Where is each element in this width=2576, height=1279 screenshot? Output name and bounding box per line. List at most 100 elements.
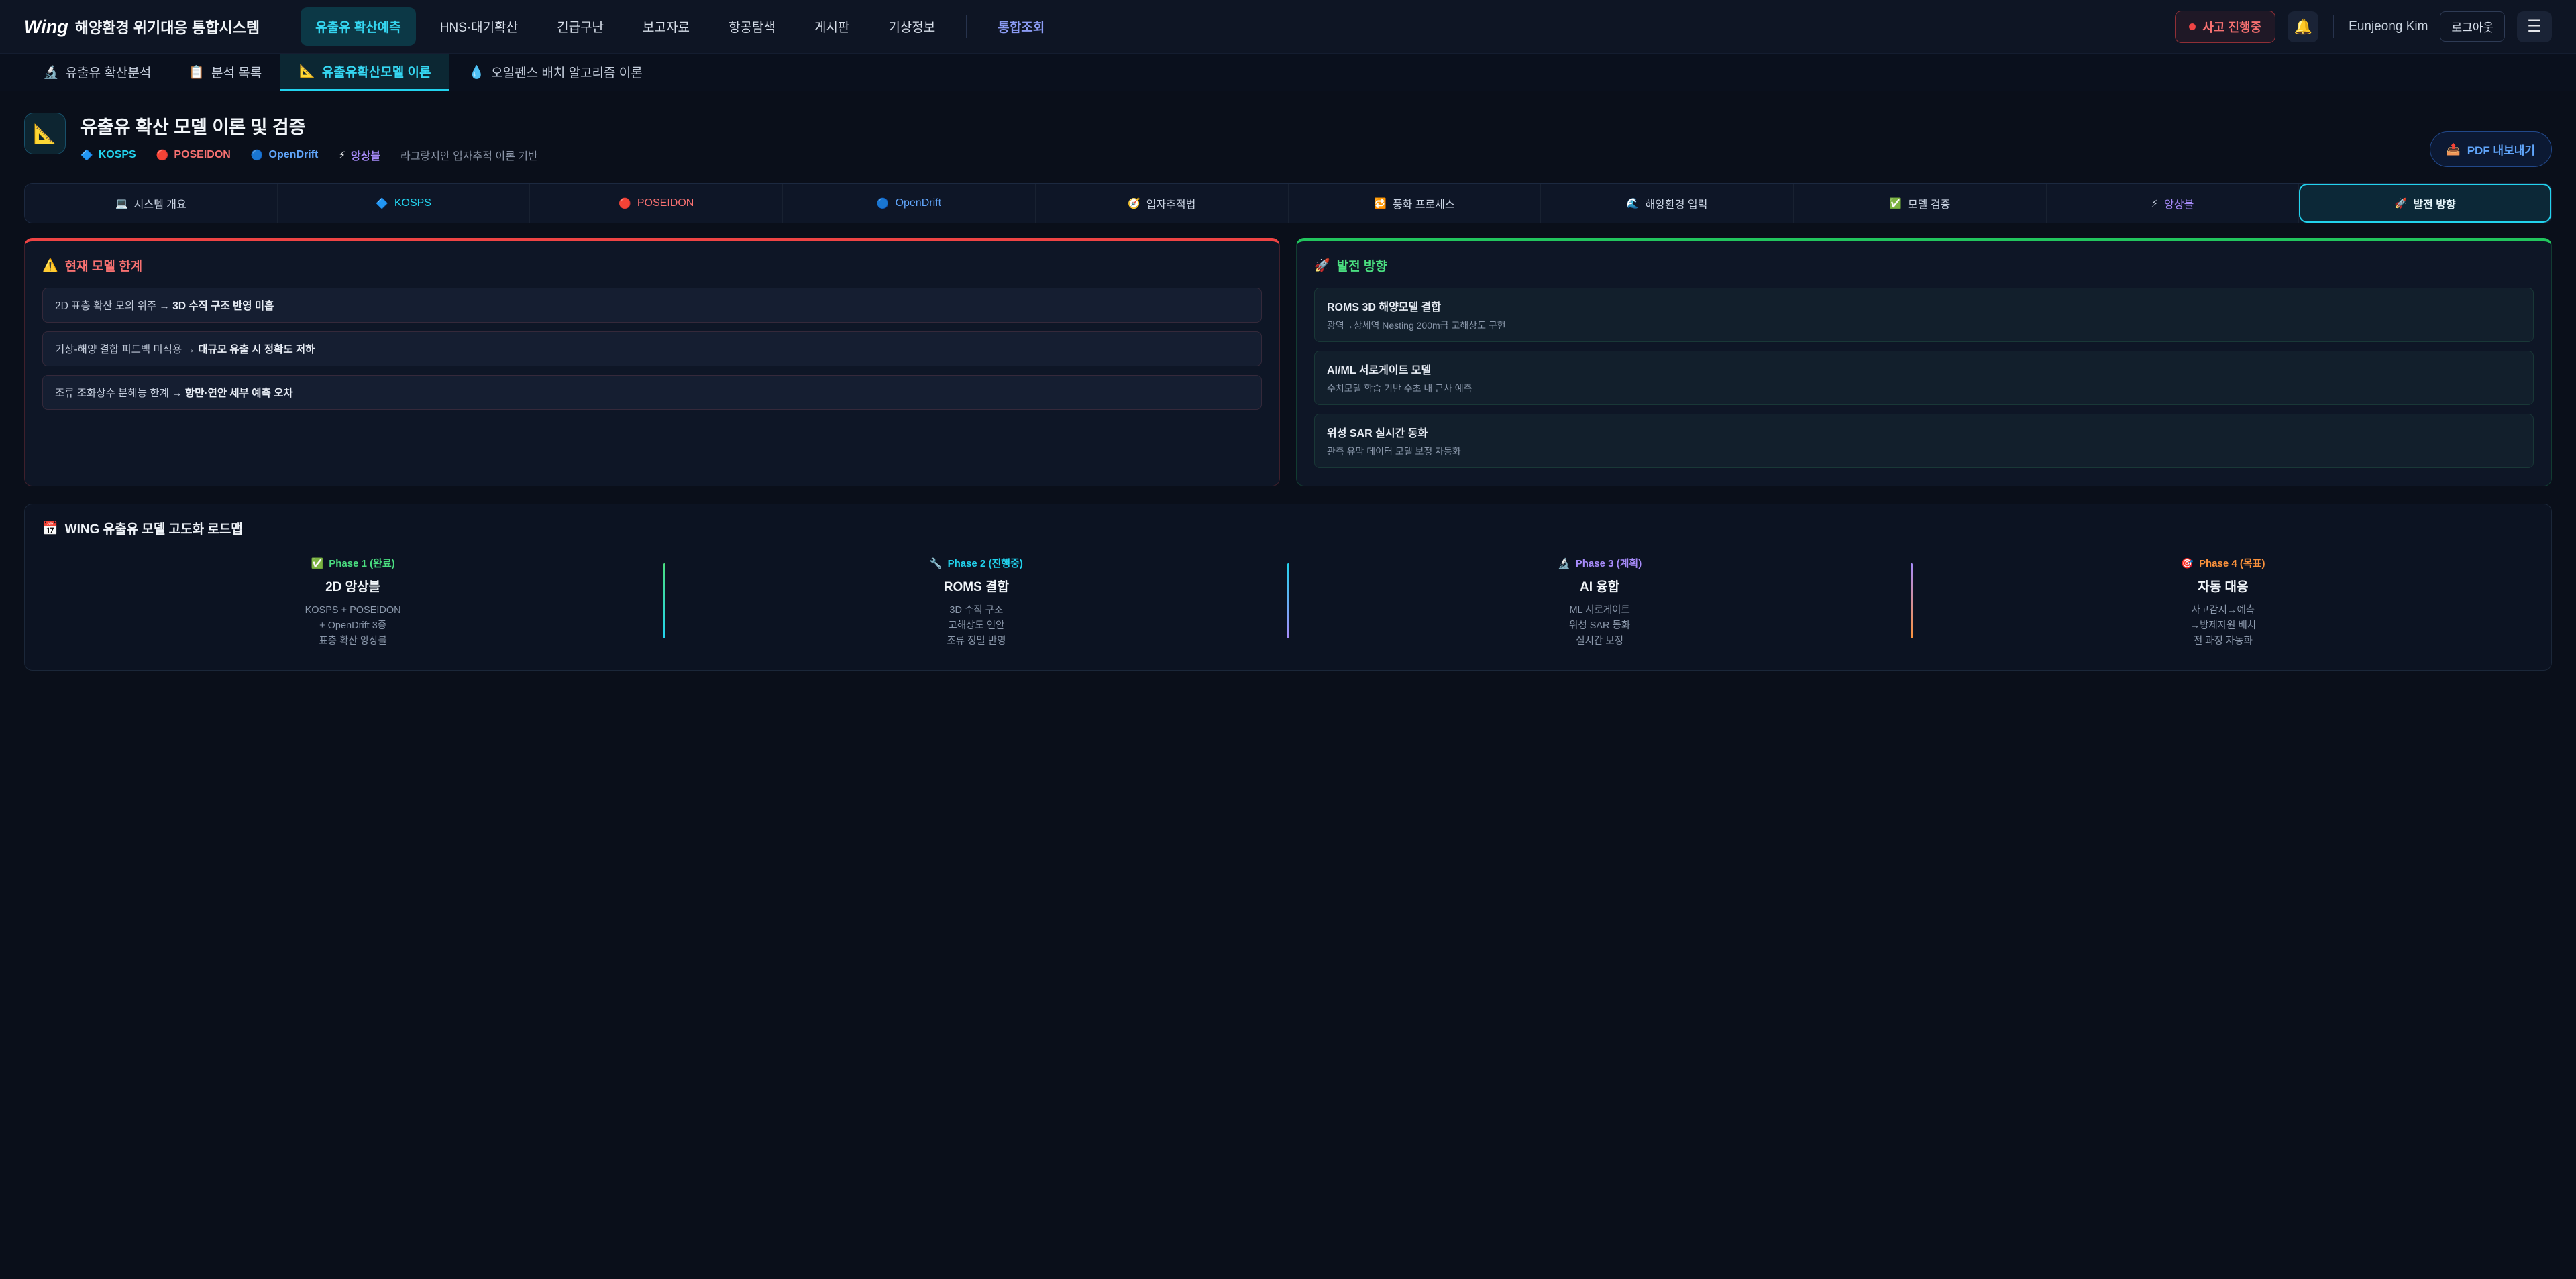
brand-mark: Wing bbox=[24, 17, 68, 38]
nav-item-reports[interactable]: 보고자료 bbox=[628, 7, 704, 46]
laptop-icon: 💻 bbox=[115, 197, 128, 209]
badge-label: KOSPS bbox=[99, 149, 136, 161]
nav-item-aerial-search[interactable]: 항공탐색 bbox=[714, 7, 790, 46]
hamburger-menu-button[interactable]: ☰ bbox=[2517, 11, 2552, 42]
chip-label: 시스템 개요 bbox=[134, 195, 186, 211]
warning-icon: ⚠️ bbox=[42, 258, 58, 274]
limitations-title-text: 현재 모델 한계 bbox=[65, 256, 142, 274]
section-chip-nav: 💻 시스템 개요 🔷 KOSPS 🔴 POSEIDON 🔵 OpenDrift … bbox=[24, 183, 2552, 223]
roadmap-phases: ✅ Phase 1 (완료) 2D 앙상블 KOSPS + POSEIDON +… bbox=[42, 552, 2534, 650]
pdf-export-button[interactable]: 📤 PDF 내보내기 bbox=[2430, 131, 2552, 167]
limitation-bold-text: 3D 수직 구조 반영 미흡 bbox=[172, 300, 274, 312]
direction-card-title: AI/ML 서로게이트 모델 bbox=[1327, 361, 2521, 377]
phase-line: 고해상도 연안 bbox=[665, 618, 1287, 634]
logout-button[interactable]: 로그아웃 bbox=[2440, 11, 2505, 42]
notifications-button[interactable]: 🔔 bbox=[2288, 11, 2318, 42]
phase-label-text: Phase 3 (계획) bbox=[1576, 556, 1642, 570]
roadmap-title: 📅 WING 유출유 모델 고도화 로드맵 bbox=[42, 519, 2534, 537]
tab-diffusion-model-theory[interactable]: 📐 유출유확산모델 이론 bbox=[280, 54, 449, 91]
phase-line: 위성 SAR 동화 bbox=[1289, 618, 1911, 634]
nav-item-emergency-rescue[interactable]: 긴급구난 bbox=[542, 7, 619, 46]
red-circle-icon: 🔴 bbox=[619, 197, 631, 209]
tab-label: 분석 목록 bbox=[211, 63, 262, 81]
direction-card: ROMS 3D 해양모델 결합 광역→상세역 Nesting 200m급 고해상… bbox=[1314, 288, 2534, 342]
chip-weathering-process[interactable]: 🔁 풍화 프로세스 bbox=[1289, 184, 1542, 223]
limitation-bold-text: 항만·연안 세부 예측 오차 bbox=[185, 388, 293, 399]
sub-tab-bar: 🔬 유출유 확산분석 📋 분석 목록 📐 유출유확산모델 이론 💧 오일펜스 배… bbox=[0, 54, 2576, 91]
chip-label: KOSPS bbox=[394, 197, 431, 209]
chip-marine-environment-input[interactable]: 🌊 해양환경 입력 bbox=[1541, 184, 1794, 223]
target-icon: 🎯 bbox=[2181, 557, 2194, 569]
direction-card: AI/ML 서로게이트 모델 수치모델 학습 기반 수초 내 근사 예측 bbox=[1314, 351, 2534, 405]
chip-poseidon[interactable]: 🔴 POSEIDON bbox=[530, 184, 783, 223]
direction-card-desc: 수치모델 학습 기반 수초 내 근사 예측 bbox=[1327, 382, 2521, 395]
limitation-text: 조류 조화상수 분해능 한계 → bbox=[55, 388, 185, 399]
chip-system-overview[interactable]: 💻 시스템 개요 bbox=[25, 184, 278, 223]
phase-label-text: Phase 4 (목표) bbox=[2199, 556, 2265, 570]
badge-label: POSEIDON bbox=[174, 149, 230, 161]
rocket-icon: 🚀 bbox=[2395, 197, 2408, 209]
tab-label: 오일펜스 배치 알고리즘 이론 bbox=[491, 63, 643, 81]
phase-line: 조류 정밀 반영 bbox=[665, 634, 1287, 649]
incident-dot-icon bbox=[2189, 23, 2196, 30]
tab-oil-spill-analysis[interactable]: 🔬 유출유 확산분석 bbox=[24, 54, 170, 91]
repeat-icon: 🔁 bbox=[1374, 197, 1387, 209]
nav-item-hns-air-diffusion[interactable]: HNS·대기확산 bbox=[425, 7, 533, 46]
chip-label: 앙상블 bbox=[2164, 195, 2194, 211]
directions-panel-title: 🚀 발전 방향 bbox=[1314, 256, 2534, 274]
chip-label: 발전 방향 bbox=[2413, 195, 2455, 211]
limitations-list: 2D 표층 확산 모의 위주 → 3D 수직 구조 반영 미흡 기상-해양 결합… bbox=[42, 288, 1262, 410]
badge-opendrift: 🔵 OpenDrift bbox=[251, 149, 318, 161]
phase-3: 🔬 Phase 3 (계획) AI 융합 ML 서로게이트 위성 SAR 동화 … bbox=[1289, 552, 1911, 650]
model-badge-row: 🔷 KOSPS 🔴 POSEIDON 🔵 OpenDrift ⚡ 앙상블 라그랑… bbox=[80, 147, 538, 163]
page-title: 유출유 확산 모델 이론 및 검증 bbox=[80, 113, 538, 139]
tab-analysis-list[interactable]: 📋 분석 목록 bbox=[170, 54, 280, 91]
chip-label: 모델 검증 bbox=[1908, 195, 1950, 211]
future-directions-panel: 🚀 발전 방향 ROMS 3D 해양모델 결합 광역→상세역 Nesting 2… bbox=[1296, 238, 2552, 486]
lightning-icon: ⚡ bbox=[338, 149, 345, 161]
microscope-icon: 🔬 bbox=[1558, 557, 1570, 569]
nav-item-weather-info[interactable]: 기상정보 bbox=[873, 7, 950, 46]
page-subtitle-note: 라그랑지안 입자추적 이론 기반 bbox=[400, 147, 538, 163]
badge-label: 앙상블 bbox=[351, 147, 380, 163]
direction-card: 위성 SAR 실시간 동화 관측 유막 데이터 모델 보정 자동화 bbox=[1314, 414, 2534, 468]
incident-status-badge: 사고 진행중 bbox=[2175, 11, 2275, 43]
divider bbox=[2333, 15, 2334, 38]
chip-model-validation[interactable]: ✅ 모델 검증 bbox=[1794, 184, 2047, 223]
chip-label: 입자추적법 bbox=[1146, 195, 1196, 211]
page-header: 📐 유출유 확산 모델 이론 및 검증 🔷 KOSPS 🔴 POSEIDON 🔵… bbox=[0, 91, 2576, 180]
main-nav: 유출유 확산예측 HNS·대기확산 긴급구난 보고자료 항공탐색 게시판 기상정… bbox=[301, 7, 1059, 46]
triangle-ruler-icon: 📐 bbox=[299, 63, 315, 79]
check-icon: ✅ bbox=[311, 557, 324, 569]
incident-badge-label: 사고 진행중 bbox=[2202, 18, 2261, 36]
chip-future-direction[interactable]: 🚀 발전 방향 bbox=[2299, 184, 2551, 223]
direction-card-desc: 관측 유막 데이터 모델 보정 자동화 bbox=[1327, 445, 2521, 458]
phase-line: KOSPS + POSEIDON bbox=[42, 603, 663, 618]
tab-label: 유출유확산모델 이론 bbox=[322, 62, 431, 80]
diamond-icon: 🔷 bbox=[80, 149, 93, 161]
hamburger-icon: ☰ bbox=[2527, 17, 2542, 36]
chip-kosps[interactable]: 🔷 KOSPS bbox=[278, 184, 531, 223]
clipboard-icon: 📋 bbox=[189, 64, 205, 80]
limitation-text: 2D 표층 확산 모의 위주 → bbox=[55, 300, 172, 312]
phase-1: ✅ Phase 1 (완료) 2D 앙상블 KOSPS + POSEIDON +… bbox=[42, 552, 663, 650]
export-icon: 📤 bbox=[2447, 143, 2461, 156]
user-name: Eunjeong Kim bbox=[2349, 19, 2428, 34]
pdf-export-label: PDF 내보내기 bbox=[2467, 141, 2535, 158]
brand-title: 해양환경 위기대응 통합시스템 bbox=[75, 16, 260, 38]
nav-item-integrated-search[interactable]: 통합조회 bbox=[983, 7, 1059, 46]
wrench-icon: 🔧 bbox=[930, 557, 943, 569]
nav-item-board[interactable]: 게시판 bbox=[800, 7, 864, 46]
check-icon: ✅ bbox=[1889, 197, 1902, 209]
chip-label: 풍화 프로세스 bbox=[1393, 195, 1455, 211]
diamond-icon: 🔷 bbox=[376, 197, 388, 209]
nav-item-oil-spill-prediction[interactable]: 유출유 확산예측 bbox=[301, 7, 416, 46]
chip-opendrift[interactable]: 🔵 OpenDrift bbox=[783, 184, 1036, 223]
topbar-right: 사고 진행중 🔔 Eunjeong Kim 로그아웃 ☰ bbox=[2175, 11, 2552, 43]
tab-oil-fence-algorithm-theory[interactable]: 💧 오일펜스 배치 알고리즘 이론 bbox=[449, 54, 661, 91]
roadmap-title-text: WING 유출유 모델 고도화 로드맵 bbox=[65, 519, 243, 537]
chip-particle-tracking[interactable]: 🧭 입자추적법 bbox=[1036, 184, 1289, 223]
chip-ensemble[interactable]: ⚡ 앙상블 bbox=[2047, 184, 2300, 223]
phase-1-label: ✅ Phase 1 (완료) bbox=[311, 556, 395, 570]
divider bbox=[966, 15, 967, 38]
